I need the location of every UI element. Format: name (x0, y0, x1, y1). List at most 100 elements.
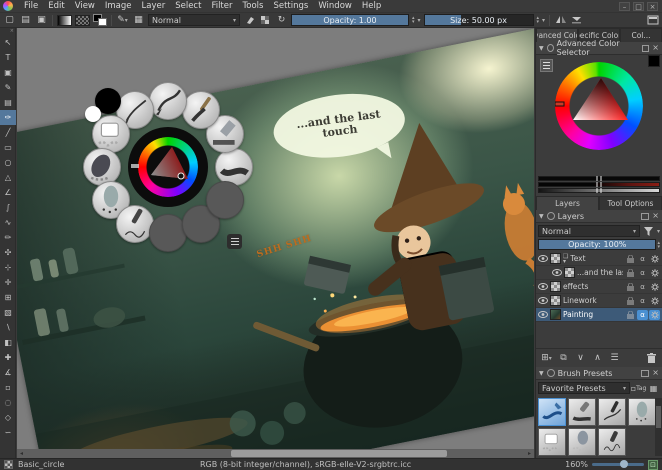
tool-move[interactable]: ✛ (0, 275, 16, 290)
tool-bezier-curve[interactable]: ∫ (0, 200, 16, 215)
shade-strip-3[interactable] (538, 188, 660, 193)
layer-properties-button[interactable]: ☰ (608, 352, 621, 364)
scrollbar-thumb[interactable] (231, 450, 447, 457)
collapse-caret-icon[interactable]: ▼ (539, 45, 544, 52)
palette-brush-finepen[interactable] (116, 205, 154, 243)
size-spinner[interactable]: ▴▾ (537, 16, 540, 24)
tool-dynamic-brush[interactable]: ✏ (0, 230, 16, 245)
eraser-mode-icon[interactable] (243, 14, 256, 26)
tag-button[interactable]: ▫Tag (632, 382, 645, 394)
layer-name[interactable]: Painting (563, 310, 623, 319)
preset-airbrush[interactable] (628, 398, 656, 426)
layer-row-text[interactable]: ❏▾Text α (536, 252, 662, 266)
palette-brush-inkpen[interactable] (149, 82, 187, 120)
size-slider[interactable]: Size: 50.00 px (424, 14, 534, 26)
checkers-icon[interactable]: ▦ (132, 14, 145, 26)
menu-edit[interactable]: Edit (43, 0, 69, 12)
layer-alpha-icon[interactable]: α (637, 310, 648, 320)
preset-marker[interactable] (568, 398, 596, 426)
opacity-spinner[interactable]: ▴▾ (412, 16, 415, 24)
workspace-chooser-icon[interactable] (646, 14, 659, 26)
zoom-slider-thumb[interactable] (620, 460, 628, 468)
palette-settings-button[interactable] (227, 234, 242, 249)
preserve-alpha-icon[interactable] (259, 14, 272, 26)
duplicate-layer-button[interactable]: ⧉ (557, 352, 570, 364)
layer-alpha-icon[interactable]: α (637, 296, 648, 306)
preset-scrollbar[interactable] (655, 398, 662, 456)
maximize-window-icon[interactable]: □ (633, 2, 644, 11)
layer-visibility-icon[interactable] (538, 311, 548, 318)
painting-canvas[interactable]: ...and the last touch SHH SHH (17, 28, 534, 458)
color-wheel[interactable] (555, 62, 643, 152)
menu-filter[interactable]: Filter (206, 0, 237, 12)
layer-style-icon[interactable] (649, 254, 660, 264)
close-window-icon[interactable]: × (647, 2, 658, 11)
layer-lock-icon[interactable] (625, 254, 636, 264)
layer-row-painting[interactable]: Painting α (536, 308, 662, 322)
layer-style-icon[interactable] (649, 282, 660, 292)
layer-thumbnail[interactable] (564, 267, 575, 278)
move-layer-down-button[interactable]: ∨ (574, 352, 587, 364)
tool-rect-select[interactable]: ▫ (0, 380, 16, 395)
layer-style-icon[interactable] (649, 268, 660, 278)
preset-empty-cell[interactable] (628, 428, 656, 456)
scroll-left-icon[interactable]: ◂ (17, 450, 26, 457)
tool-fill[interactable]: ◧ (0, 335, 16, 350)
layer-thumbnail[interactable] (550, 295, 561, 306)
shade-strip-1[interactable] (538, 176, 660, 181)
layer-lock-icon[interactable] (625, 296, 636, 306)
menu-file[interactable]: File (19, 0, 43, 12)
tool-edit-shapes[interactable]: ▣ (0, 65, 16, 80)
preset-eraser[interactable] (538, 428, 566, 456)
preset-inkpen-blue[interactable] (538, 398, 566, 426)
menu-window[interactable]: Window (313, 0, 357, 12)
float-dock-icon[interactable] (641, 213, 649, 220)
blending-mode-dropdown[interactable]: Normal▾ (148, 14, 240, 26)
palette-empty-slot[interactable] (206, 181, 244, 219)
zoom-slider[interactable] (592, 463, 644, 466)
tool-ellipse[interactable]: ○ (0, 155, 16, 170)
layer-alpha-icon[interactable]: α (637, 268, 648, 278)
preset-filter-dropdown[interactable]: Favorite Presets▾ (538, 382, 630, 394)
layer-name[interactable]: Linework (563, 296, 623, 305)
mirror-vertical-icon[interactable] (570, 14, 583, 26)
canvas-h-scrollbar[interactable]: ◂ ▸ (17, 449, 534, 458)
palette-color-wheel[interactable] (128, 127, 208, 210)
tool-polyline[interactable]: ∠ (0, 185, 16, 200)
shade-strip-2[interactable] (538, 182, 660, 187)
tool-calligraphy[interactable]: ✎ (0, 80, 16, 95)
preset-view-mode-icon[interactable]: ▦ (647, 382, 660, 394)
fg-bg-colors[interactable] (93, 14, 107, 26)
layer-style-icon[interactable] (649, 296, 660, 306)
move-layer-up-button[interactable]: ∧ (591, 352, 604, 364)
last-color-swatch[interactable] (648, 55, 660, 67)
tool-color-sampler[interactable]: ∖ (0, 320, 16, 335)
tab-layers[interactable]: Layers (536, 196, 599, 210)
tool-assistants[interactable]: ✚ (0, 350, 16, 365)
tool-gradient[interactable]: ▧ (0, 305, 16, 320)
toolbox-grip[interactable]: × (0, 28, 15, 35)
palette-brush-dark-blob[interactable] (83, 148, 121, 186)
menu-select[interactable]: Select (170, 0, 206, 12)
menu-settings[interactable]: Settings (268, 0, 313, 12)
layer-filter-icon[interactable] (642, 225, 655, 237)
close-dock-icon[interactable]: × (652, 369, 659, 377)
canvas-area[interactable]: ...and the last touch SHH SHH ◂ ▸ (17, 28, 534, 458)
save-document-icon[interactable]: ▣ (35, 14, 48, 26)
canvas-only-mode-button[interactable]: ⊡ (648, 460, 658, 470)
tool-select-shapes[interactable]: ↖ (0, 35, 16, 50)
layers-header[interactable]: ▼ Layers × (536, 210, 662, 223)
add-layer-button[interactable]: ⊞▾ (540, 352, 553, 364)
tool-transform[interactable]: ⊹ (0, 260, 16, 275)
layer-row--and-the-last-to-[interactable]: ...and the last to... α (536, 266, 662, 280)
recent-color-swatch[interactable] (85, 106, 101, 122)
tool-freehand-path[interactable]: ∿ (0, 215, 16, 230)
minimize-window-icon[interactable]: – (619, 2, 630, 11)
menu-help[interactable]: Help (357, 0, 386, 12)
menu-layer[interactable]: Layer (137, 0, 171, 12)
float-dock-icon[interactable] (641, 370, 649, 377)
layer-filter-dropdown[interactable]: ▾ (657, 228, 660, 235)
tab-tool-options[interactable]: Tool Options (599, 196, 662, 210)
layer-lock-icon[interactable] (625, 282, 636, 292)
brush-presets-header[interactable]: ▼ Brush Presets × (536, 367, 662, 380)
